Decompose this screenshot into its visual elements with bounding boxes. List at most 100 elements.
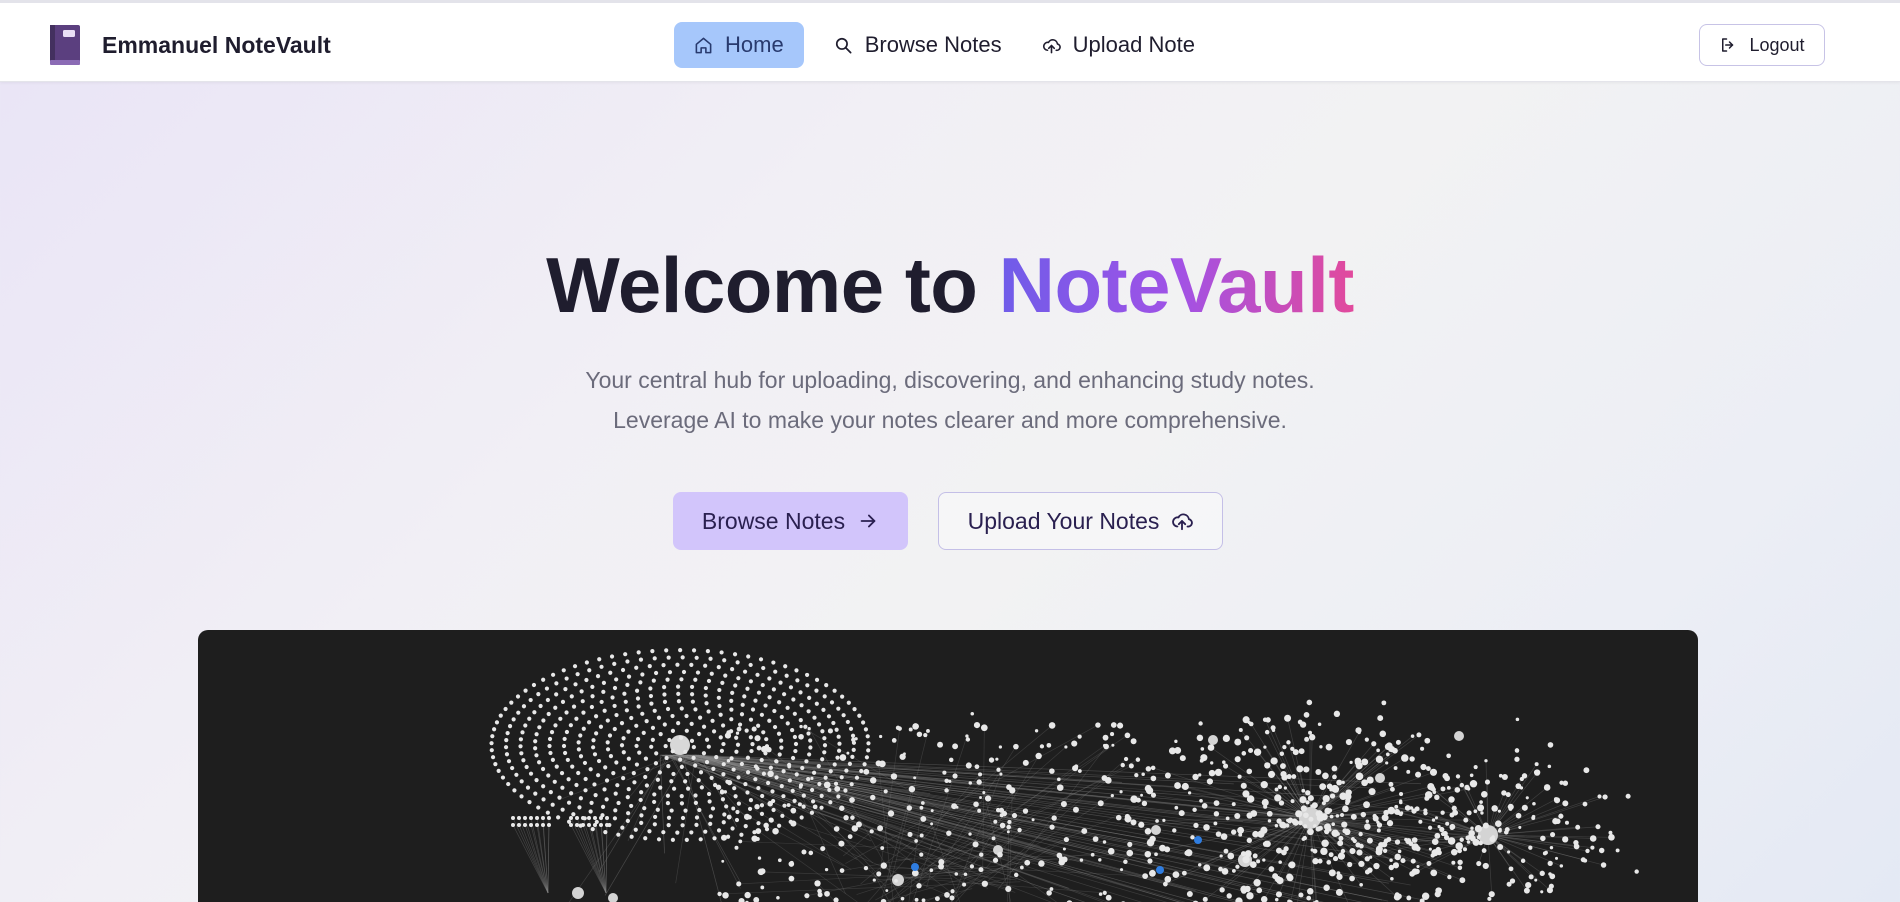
graph-node — [1449, 823, 1456, 830]
graph-node — [625, 659, 630, 664]
graph-node — [765, 780, 771, 786]
graph-node — [683, 808, 688, 813]
graph-node — [1005, 885, 1012, 892]
graph-node — [743, 781, 748, 787]
graph-node — [1286, 874, 1294, 882]
graph-node — [670, 713, 675, 719]
graph-node — [1244, 735, 1250, 741]
graph-node — [855, 821, 862, 828]
graph-node — [1164, 875, 1172, 883]
graph-node — [667, 670, 673, 675]
graph-node — [1110, 794, 1114, 798]
graph-node — [616, 800, 621, 806]
graph-node — [748, 798, 754, 803]
graph-node — [1231, 868, 1236, 873]
brand[interactable]: Emmanuel NoteVault — [48, 25, 331, 65]
graph-node — [1192, 807, 1197, 813]
graph-node — [1222, 763, 1229, 769]
nav-browse-notes[interactable]: Browse Notes — [814, 22, 1022, 68]
graph-node — [807, 752, 812, 757]
graph-node — [993, 819, 998, 824]
graph-node — [1234, 756, 1241, 763]
graph-node — [599, 699, 604, 705]
graph-node — [782, 692, 787, 697]
graph-node — [671, 786, 677, 791]
graph-node — [779, 745, 784, 750]
graph-node — [1525, 881, 1532, 889]
graph-node — [1187, 849, 1191, 853]
graph-node — [839, 805, 845, 811]
graph-node — [1388, 781, 1394, 787]
graph-node — [1446, 753, 1451, 759]
graph-node — [1193, 822, 1199, 829]
graph-node — [776, 896, 780, 900]
hero-subtitle-line-2: Leverage AI to make your notes clearer a… — [613, 407, 1287, 433]
graph-node — [996, 767, 1001, 772]
graph-node — [574, 716, 579, 721]
graph-node — [857, 713, 862, 718]
graph-node — [1515, 812, 1522, 819]
graph-node — [1282, 745, 1287, 750]
graph-node — [634, 762, 640, 767]
graph-node — [1162, 881, 1168, 887]
graph-node — [595, 674, 601, 679]
graph-node — [1270, 725, 1276, 731]
graph-node — [1425, 766, 1431, 772]
graph-node — [1523, 887, 1530, 894]
graph-node — [1376, 748, 1380, 753]
graph-node — [735, 660, 740, 665]
graph-node — [1589, 835, 1597, 842]
graph-node — [736, 881, 742, 887]
graph-node — [595, 773, 601, 778]
graph-node — [1303, 824, 1308, 829]
graph-node — [952, 773, 958, 779]
graph-node — [929, 868, 934, 873]
graph-node — [1457, 865, 1463, 871]
graph-node — [766, 746, 772, 753]
graph-node — [1203, 864, 1211, 872]
graph-node — [663, 743, 668, 749]
graph-edge — [524, 824, 549, 894]
graph-node — [824, 890, 830, 897]
graph-node — [1429, 785, 1436, 791]
graph-node — [553, 723, 558, 728]
graph-node — [613, 791, 618, 796]
graph-node — [965, 762, 972, 769]
graph-node — [662, 685, 667, 690]
graph-node — [1339, 792, 1347, 800]
graph-node — [703, 693, 708, 698]
graph-node — [744, 891, 751, 899]
hero-title-prefix: Welcome to — [546, 241, 978, 329]
graph-node — [1126, 849, 1134, 857]
graph-node — [812, 804, 818, 810]
graph-node — [703, 829, 708, 834]
graph-node — [1144, 850, 1152, 858]
graph-node — [1145, 766, 1152, 772]
graph-node — [978, 867, 984, 873]
nav-home[interactable]: Home — [674, 22, 804, 68]
graph-node — [1405, 838, 1412, 845]
graph-node — [1439, 826, 1445, 833]
graph-node — [696, 778, 701, 783]
graph-node — [1508, 807, 1513, 811]
graph-node — [1006, 824, 1012, 830]
graph-node — [777, 752, 782, 757]
logout-button[interactable]: Logout — [1699, 24, 1825, 66]
nav-upload-note[interactable]: Upload Note — [1022, 22, 1215, 68]
graph-node — [694, 655, 699, 660]
graph-node — [1418, 819, 1423, 824]
browse-notes-button[interactable]: Browse Notes — [673, 492, 908, 550]
graph-node — [1368, 855, 1373, 859]
graph-node — [798, 690, 803, 695]
graph-node — [1220, 833, 1228, 840]
graph-node — [1215, 831, 1222, 837]
graph-node — [1253, 748, 1262, 756]
graph-node — [1267, 819, 1272, 823]
upload-your-notes-button[interactable]: Upload Your Notes — [938, 492, 1223, 550]
graph-node — [1231, 802, 1236, 807]
graph-node — [920, 815, 927, 822]
graph-node — [783, 664, 788, 669]
graph-node — [661, 830, 666, 835]
graph-node — [759, 712, 765, 717]
graph-node — [535, 823, 539, 827]
